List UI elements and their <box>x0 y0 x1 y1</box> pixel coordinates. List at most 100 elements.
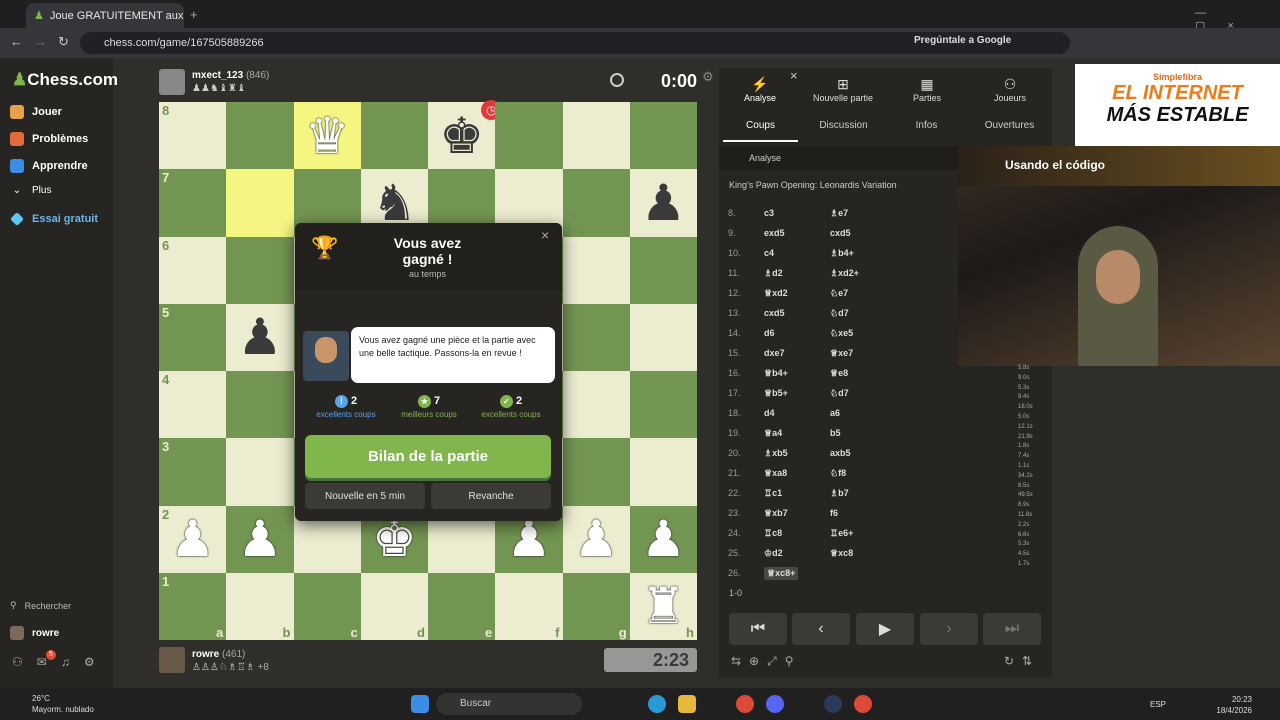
discord-icon[interactable] <box>766 695 784 713</box>
move[interactable]: d4 <box>764 408 830 418</box>
move[interactable]: a6 <box>830 408 890 418</box>
square-a4[interactable]: 4 <box>159 371 227 439</box>
move-row[interactable]: 22. ♖c1 ♗b7 <box>728 483 1008 503</box>
move[interactable]: ♘d7 <box>830 388 890 399</box>
square-b2[interactable]: ♟ <box>226 505 294 573</box>
sidebar-item-jouer[interactable]: Jouer <box>10 105 62 119</box>
move[interactable]: ♕xe7 <box>830 348 890 359</box>
game-review-button[interactable]: Bilan de la partie <box>305 435 551 478</box>
resign-icon[interactable] <box>610 73 624 87</box>
piece-e8[interactable]: ♚ <box>439 111 484 161</box>
tab-new-game[interactable]: ⊞ Nouvelle partie <box>808 76 878 103</box>
first-move-button[interactable]: ⏮ <box>729 613 787 645</box>
move-row[interactable]: 24. ♖c8 ♖e6+ <box>728 523 1008 543</box>
browser-tab[interactable]: ♟Joue GRATUITEMENT aux éche× <box>26 3 184 28</box>
square-g6[interactable] <box>562 236 630 304</box>
taskbar-search[interactable]: Buscar <box>436 693 582 715</box>
square-h1[interactable]: h ♜ <box>629 572 697 640</box>
rematch-button[interactable]: Revanche <box>431 483 551 509</box>
square-a8[interactable]: 8 <box>159 102 227 170</box>
player-name[interactable]: rowre (461) <box>192 649 245 660</box>
piece-d2[interactable]: ♚ <box>372 514 417 564</box>
square-h7[interactable]: ♟ <box>629 169 697 237</box>
move-row[interactable]: 19. ♕a4 b5 <box>728 423 1008 443</box>
move[interactable]: ♘xe5 <box>830 328 890 339</box>
move[interactable]: axb5 <box>830 448 890 458</box>
move[interactable]: f6 <box>830 508 890 518</box>
panel-tools-right[interactable]: ↻⇅ <box>1004 654 1040 668</box>
move[interactable]: ♗d2 <box>764 268 830 279</box>
tab-players[interactable]: ⚇ Joueurs <box>975 76 1045 103</box>
panel-tools[interactable]: ⇆⊕⤢⚲ <box>731 654 802 669</box>
weather-widget[interactable]: 26°C Mayorm. nublado <box>12 693 94 715</box>
move-row[interactable]: 16. ♕b4+ ♕e8 <box>728 363 1008 383</box>
move[interactable]: ♗b7 <box>830 488 890 499</box>
ask-google-button[interactable]: Pregúntale a Google <box>914 35 1011 46</box>
settings-icon[interactable]: ⚙ <box>702 69 714 85</box>
piece-c8[interactable]: ♛ <box>305 111 350 161</box>
move[interactable]: ♕xb7 <box>764 508 830 519</box>
tab-discussion[interactable]: Discussion <box>806 114 881 138</box>
prev-move-button[interactable]: ‹ <box>792 613 850 645</box>
square-a7[interactable]: 7 <box>159 169 227 237</box>
search-button[interactable]: ⚲ Rechercher <box>10 600 71 611</box>
sidebar-item-essai[interactable]: Essai gratuit <box>10 212 98 226</box>
new-tab-icon[interactable]: + <box>190 7 198 22</box>
square-e8[interactable]: ♚ ◷ <box>428 100 502 170</box>
square-c8[interactable]: ♛ <box>293 102 361 170</box>
square-b8[interactable] <box>226 102 294 170</box>
user-menu[interactable]: rowre <box>10 626 59 640</box>
piece-b5[interactable]: ♟ <box>237 312 282 362</box>
piece-d7[interactable]: ♞ <box>372 178 417 228</box>
move-row[interactable]: 25. ♔d2 ♕xc8 <box>728 543 1008 563</box>
piece-h2[interactable]: ♟ <box>641 514 686 564</box>
chrome-icon[interactable] <box>736 695 754 713</box>
language-indicator[interactable]: ESP <box>1150 700 1166 709</box>
move[interactable]: ♗xd2+ <box>830 268 890 279</box>
move[interactable]: ♘d7 <box>830 308 890 319</box>
piece-f2[interactable]: ♟ <box>506 514 551 564</box>
move[interactable]: ♖c8 <box>764 528 830 539</box>
move-row[interactable]: 21. ♕xa8 ♘f8 <box>728 463 1008 483</box>
windows-start-icon[interactable] <box>411 695 429 713</box>
square-d1[interactable]: d <box>360 572 428 640</box>
move[interactable]: c3 <box>764 208 830 218</box>
move[interactable]: ♕b5+ <box>764 388 830 399</box>
square-g7[interactable] <box>562 169 630 237</box>
sidebar-item-plus[interactable]: ⌄ Plus <box>10 185 52 196</box>
square-h4[interactable] <box>629 371 697 439</box>
move[interactable]: c4 <box>764 248 830 258</box>
move[interactable]: ♖c1 <box>764 488 830 499</box>
next-move-button[interactable]: ▶ <box>856 613 914 645</box>
move-row[interactable]: 26. ♕xc8+ <box>728 563 1008 583</box>
move[interactable]: ♕xc8 <box>830 548 890 559</box>
steam-icon[interactable] <box>824 695 842 713</box>
move[interactable]: ♘f8 <box>830 468 890 479</box>
square-a2[interactable]: 2 ♟ <box>159 505 227 573</box>
move-row[interactable]: 17. ♕b5+ ♘d7 <box>728 383 1008 403</box>
square-f8[interactable] <box>495 102 563 170</box>
move[interactable]: b5 <box>830 428 890 438</box>
reload-icon[interactable]: ↻ <box>58 34 69 50</box>
sidebar-item-apprendre[interactable]: Apprendre <box>10 159 88 173</box>
move[interactable]: ♕xa8 <box>764 468 830 479</box>
piece-h1[interactable]: ♜ <box>641 581 686 631</box>
move[interactable]: ♘e7 <box>830 288 890 299</box>
back-icon[interactable]: ← <box>10 34 23 49</box>
file-explorer-icon[interactable] <box>678 695 696 713</box>
square-h3[interactable] <box>629 438 697 506</box>
move[interactable]: ♖e6+ <box>830 528 890 539</box>
square-a6[interactable]: 6 <box>159 236 227 304</box>
next-button[interactable]: › <box>920 613 978 645</box>
last-move-button[interactable]: ⏭ <box>983 613 1041 645</box>
square-b4[interactable] <box>226 371 294 439</box>
move-row[interactable]: 23. ♕xb7 f6 <box>728 503 1008 523</box>
square-h5[interactable] <box>629 303 697 371</box>
tab-coups[interactable]: Coups <box>723 114 798 142</box>
move[interactable]: ♕e8 <box>830 368 890 379</box>
square-a1[interactable]: 1a <box>159 572 227 640</box>
piece-h7[interactable]: ♟ <box>641 178 686 228</box>
move[interactable]: ♗e7 <box>830 208 890 219</box>
tab-infos[interactable]: Infos <box>889 114 964 138</box>
square-e1[interactable]: e <box>428 572 496 640</box>
